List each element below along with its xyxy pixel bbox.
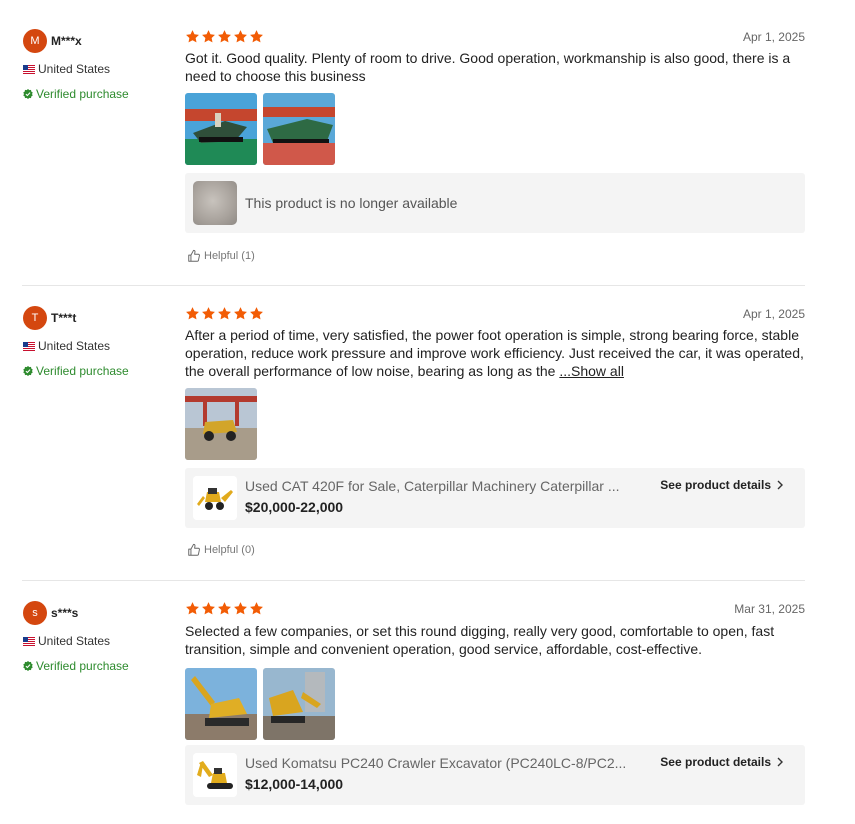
reviewer-country: United States [23, 339, 110, 353]
details-label: See product details [660, 755, 771, 769]
star-icon [217, 29, 232, 44]
product-price: $20,000-22,000 [245, 499, 344, 515]
star-icon [185, 29, 200, 44]
verified-badge: Verified purchase [23, 659, 129, 673]
review-text: Got it. Good quality. Plenty of room to … [185, 50, 791, 84]
review-photos [185, 668, 335, 740]
review-date: Apr 1, 2025 [742, 307, 805, 321]
thumbs-up-icon [187, 543, 201, 557]
star-icon [217, 601, 232, 616]
unavailable-message: This product is no longer available [245, 195, 458, 211]
product-image [193, 476, 237, 520]
review-photo[interactable] [263, 668, 335, 740]
review-date: Apr 1, 2025 [742, 30, 805, 44]
verified-check-icon [23, 366, 33, 376]
show-all-link[interactable]: ...Show all [559, 363, 624, 379]
chevron-right-icon [775, 480, 785, 490]
star-icon [233, 29, 248, 44]
product-title: Used CAT 420F for Sale, Caterpillar Mach… [245, 478, 620, 494]
reviewer-name: s***s [51, 606, 79, 620]
product-card[interactable]: Used Komatsu PC240 Crawler Excavator (PC… [185, 745, 805, 805]
reviewer-name: T***t [51, 311, 77, 325]
review-text-body: After a period of time, very satisfied, … [185, 327, 804, 379]
reviewer-country: United States [23, 634, 110, 648]
star-icon [201, 29, 216, 44]
review-photo[interactable] [185, 668, 257, 740]
thumbs-up-icon [187, 249, 201, 263]
star-icon [201, 306, 216, 321]
country-label: United States [38, 62, 111, 76]
unavailable-product-card: This product is no longer available [185, 173, 805, 233]
helpful-label: Helpful (0) [204, 544, 255, 556]
helpful-button[interactable]: Helpful (0) [187, 543, 255, 557]
verified-badge: Verified purchase [23, 87, 129, 101]
us-flag-icon [23, 65, 35, 74]
chevron-right-icon [775, 757, 785, 767]
product-image [193, 753, 237, 797]
review-text: After a period of time, very satisfied, … [185, 326, 810, 380]
us-flag-icon [23, 637, 35, 646]
star-rating [185, 29, 264, 44]
country-label: United States [38, 339, 111, 353]
avatar: M [23, 29, 47, 53]
verified-label: Verified purchase [36, 364, 129, 378]
see-product-details-link[interactable]: See product details [660, 478, 785, 492]
review-photos [185, 93, 335, 165]
product-card[interactable]: Used CAT 420F for Sale, Caterpillar Mach… [185, 468, 805, 528]
review-date: Mar 31, 2025 [734, 602, 805, 616]
country-label: United States [38, 634, 111, 648]
see-product-details-link[interactable]: See product details [660, 755, 785, 769]
reviewer-country: United States [23, 62, 110, 76]
verified-badge: Verified purchase [23, 364, 129, 378]
avatar: T [23, 306, 47, 330]
review-photo[interactable] [263, 93, 335, 165]
star-icon [185, 306, 200, 321]
review-item: T T***t United States Verified purchase … [0, 285, 855, 580]
review-photo[interactable] [185, 388, 257, 460]
us-flag-icon [23, 342, 35, 351]
review-item: s s***s United States Verified purchase … [0, 580, 855, 824]
details-label: See product details [660, 478, 771, 492]
review-item: M M***x United States Verified purchase … [0, 0, 855, 285]
product-title: Used Komatsu PC240 Crawler Excavator (PC… [245, 755, 627, 771]
avatar: s [23, 601, 47, 625]
review-photo[interactable] [185, 93, 257, 165]
star-icon [233, 306, 248, 321]
verified-label: Verified purchase [36, 87, 129, 101]
product-image-placeholder [193, 181, 237, 225]
reviewer-name: M***x [51, 34, 82, 48]
star-icon [217, 306, 232, 321]
review-text: Selected a few companies, or set this ro… [185, 623, 775, 657]
star-rating [185, 306, 264, 321]
product-price: $12,000-14,000 [245, 776, 344, 792]
star-icon [201, 601, 216, 616]
verified-check-icon [23, 89, 33, 99]
star-icon [249, 601, 264, 616]
verified-label: Verified purchase [36, 659, 129, 673]
verified-check-icon [23, 661, 33, 671]
star-icon [233, 601, 248, 616]
star-icon [185, 601, 200, 616]
helpful-button[interactable]: Helpful (1) [187, 249, 255, 263]
review-photos [185, 388, 257, 460]
star-icon [249, 306, 264, 321]
star-icon [249, 29, 264, 44]
star-rating [185, 601, 264, 616]
helpful-label: Helpful (1) [204, 250, 255, 262]
